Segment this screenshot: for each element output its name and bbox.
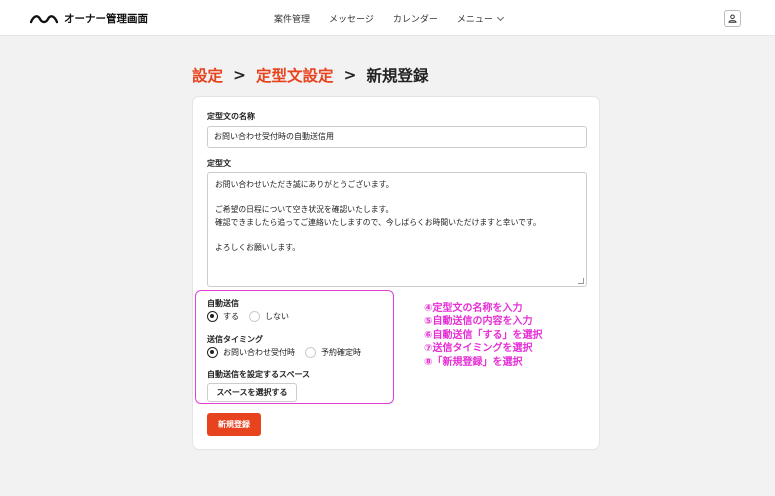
main-nav: 案件管理 メッセージ カレンダー メニュー (274, 12, 522, 25)
name-label: 定型文の名称 (207, 112, 255, 121)
annotation-step: ⑦送信タイミングを選択 (424, 343, 533, 355)
breadcrumb-separator: > (343, 66, 357, 84)
breadcrumb-template-settings[interactable]: 定型文設定 (256, 64, 334, 86)
body-line: よろしくお願いします。 (215, 242, 300, 252)
breadcrumb-settings[interactable]: 設定 (192, 64, 223, 86)
template-body-textarea[interactable]: お問い合わせいただき誠にありがとうございます。 ご希望の日程について空き状況を確… (207, 172, 587, 287)
nav-item-menu[interactable]: メニュー (456, 12, 504, 25)
annotation-step: ⑧「新規登録」を選択 (424, 356, 523, 368)
submit-button[interactable]: 新規登録 (207, 413, 261, 436)
nav-item-calendar[interactable]: カレンダー (393, 12, 438, 25)
annotation-steps: ④定型文の名称を入力 ⑤自動送信の内容を入力 ⑥自動送信「する」を選択 ⑦送信タ… (424, 302, 542, 369)
body-line: 確認できましたら追ってご連絡いたしますので、今しばらくお時間いただけますと幸いで… (215, 217, 541, 227)
nav-item-projects[interactable]: 案件管理 (274, 12, 310, 25)
nav-item-messages[interactable]: メッセージ (329, 12, 374, 25)
annotation-highlight-box (195, 290, 394, 404)
logo-text: オーナー管理画面 (64, 13, 148, 25)
breadcrumb: 設定 > 定型文設定 > 新規登録 (192, 64, 429, 86)
logo-icon (30, 14, 58, 23)
breadcrumb-separator: > (233, 66, 247, 84)
body-line: お問い合わせいただき誠にありがとうございます。 (215, 180, 394, 189)
template-name-input[interactable]: お問い合わせ受付時の自動送信用 (207, 126, 587, 148)
resize-handle[interactable] (578, 278, 584, 284)
annotation-step: ⑤自動送信の内容を入力 (424, 316, 533, 328)
user-menu-button[interactable] (724, 10, 741, 27)
annotation-step: ④定型文の名称を入力 (424, 303, 523, 314)
top-bar: オーナー管理画面 案件管理 メッセージ カレンダー メニュー (0, 0, 775, 36)
user-icon (728, 14, 737, 23)
nav-item-menu-label: メニュー (456, 15, 493, 25)
body-line: ご希望の日程について空き状況を確認いたします。 (215, 205, 394, 214)
body-label: 定型文 (207, 159, 231, 168)
chevron-down-icon (496, 13, 504, 22)
annotation-step: ⑥自動送信「する」を選択 (424, 329, 543, 341)
breadcrumb-current: 新規登録 (366, 67, 429, 85)
logo[interactable]: オーナー管理画面 (30, 11, 148, 26)
